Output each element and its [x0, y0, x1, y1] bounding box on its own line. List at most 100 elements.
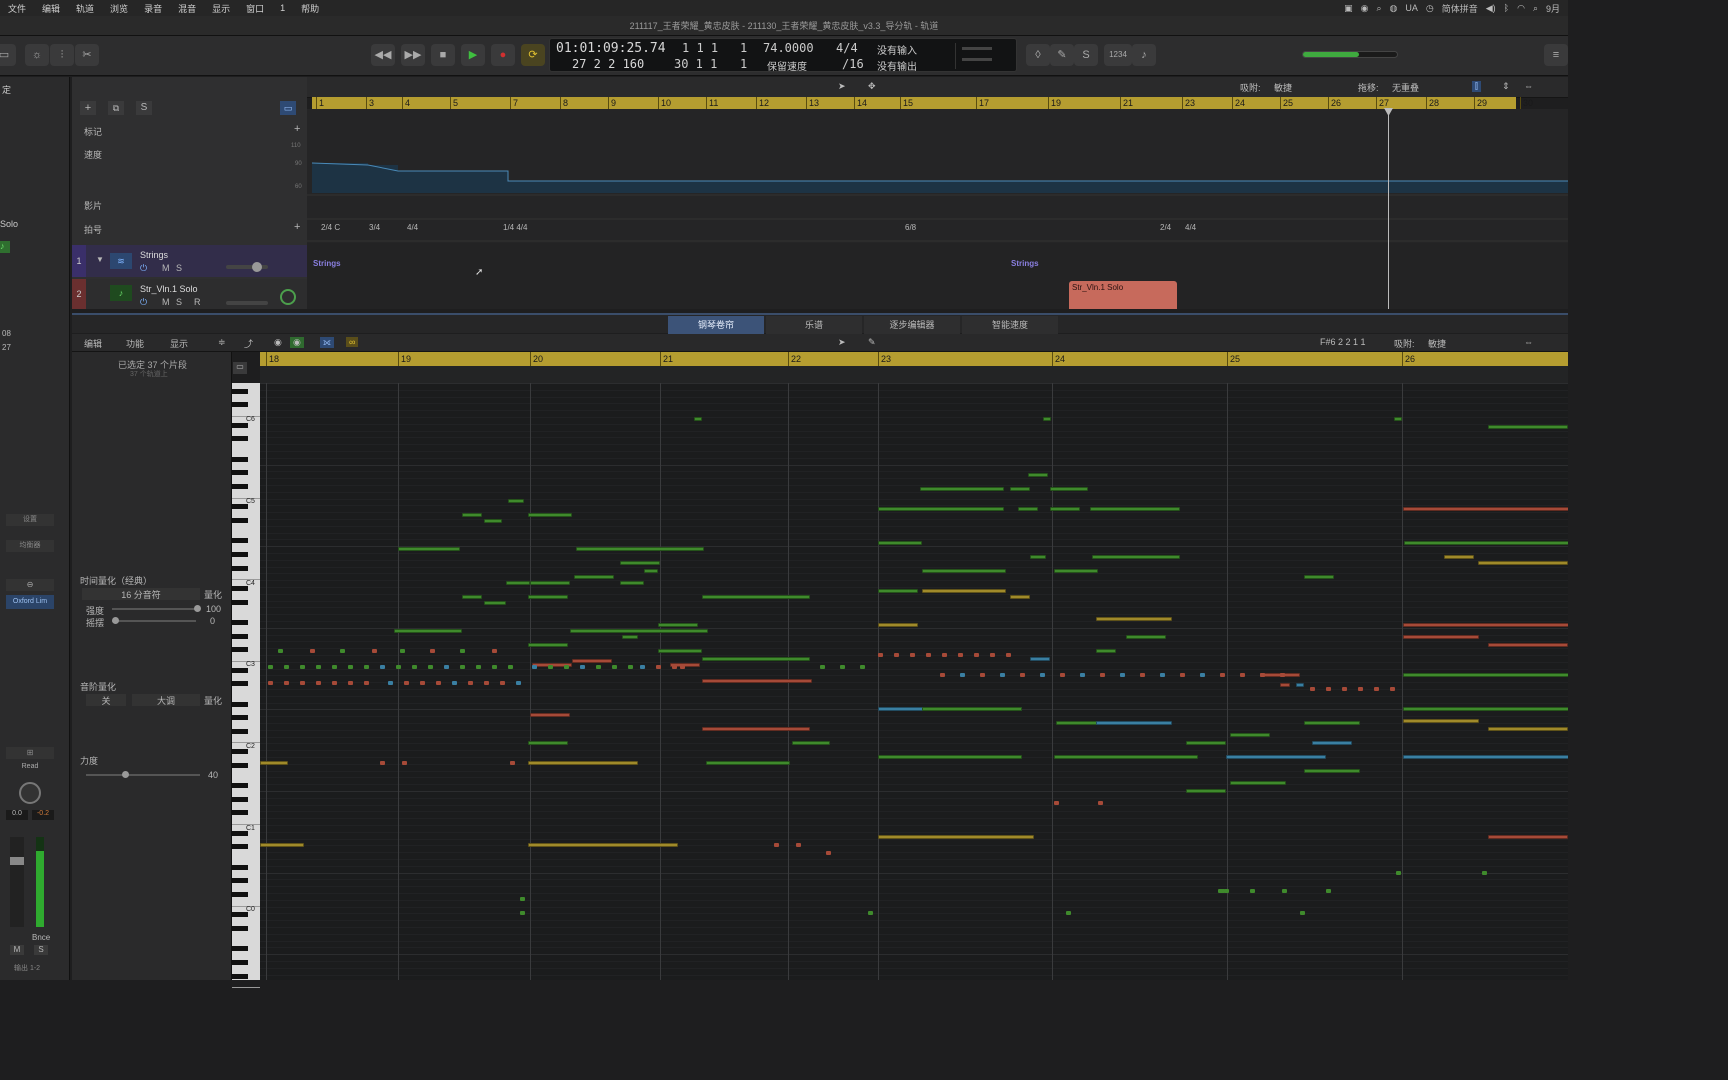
camera-icon[interactable]: ▣ [1344, 3, 1353, 14]
ruler-bar-7[interactable]: 7 [510, 97, 518, 109]
midi-note[interactable] [680, 665, 685, 669]
piano-keyboard[interactable] [232, 383, 260, 989]
track-row-strings[interactable]: 1 ▼ ≋ Strings ⏻ M S [72, 245, 307, 277]
zoom-horizontal-icon[interactable]: ⇔ [1524, 81, 1533, 91]
plugin-slot[interactable]: Oxford Lim [6, 595, 54, 609]
menu-1[interactable]: 1 [272, 3, 293, 13]
black-key[interactable] [232, 796, 248, 802]
midi-note[interactable] [1394, 417, 1402, 421]
pr-automation-icon[interactable]: ⤴ [244, 337, 253, 350]
ruler-bar-8[interactable]: 8 [560, 97, 568, 109]
mute-button[interactable]: M [10, 945, 24, 955]
automation-mode[interactable]: Read [6, 763, 54, 775]
midi-note[interactable] [396, 665, 401, 669]
midi-note[interactable] [1186, 789, 1226, 793]
pr-snap-select[interactable]: 敏捷 [1428, 337, 1508, 350]
midi-note[interactable] [980, 673, 985, 677]
midi-note[interactable] [1326, 889, 1331, 893]
midi-note[interactable] [576, 547, 704, 551]
track-volume-slider[interactable] [226, 262, 268, 272]
midi-note[interactable] [702, 727, 810, 731]
black-key[interactable] [232, 715, 248, 721]
midi-note[interactable] [484, 601, 506, 605]
midi-note[interactable] [878, 653, 883, 657]
record-button[interactable]: ● [491, 44, 515, 66]
solo-icon[interactable]: S [1074, 44, 1098, 66]
midi-note[interactable] [528, 761, 638, 765]
midi-note[interactable] [620, 561, 660, 565]
midi-note[interactable] [300, 681, 305, 685]
black-key[interactable] [232, 518, 248, 523]
tab-piano-roll[interactable]: 钢琴卷帘 [668, 316, 764, 334]
midi-note[interactable] [1096, 721, 1172, 725]
black-key[interactable] [232, 844, 248, 850]
ruler-bar-29[interactable]: 29 [1474, 97, 1487, 109]
midi-note[interactable] [926, 653, 931, 657]
track-row-vln-solo[interactable]: 2 ♪ Str_Vln.1 Solo ⏻ M S R [72, 279, 307, 309]
ruler-bar-1[interactable]: 1 [316, 97, 324, 109]
midi-note[interactable] [1098, 801, 1103, 805]
midi-in-icon[interactable]: ◉ [274, 337, 282, 348]
midi-note[interactable] [1000, 673, 1005, 677]
menu-edit[interactable]: 编辑 [34, 2, 68, 15]
midi-note[interactable] [520, 897, 525, 901]
region-vln-solo[interactable]: Str_Vln.1 Solo [1069, 281, 1177, 309]
ruler-bar-4[interactable]: 4 [402, 97, 410, 109]
midi-note[interactable] [1030, 555, 1046, 559]
midi-note[interactable] [1054, 801, 1059, 805]
midi-note[interactable] [878, 623, 918, 627]
midi-note[interactable] [1404, 541, 1568, 545]
midi-note[interactable] [364, 681, 369, 685]
midi-note[interactable] [1066, 911, 1071, 915]
midi-note[interactable] [348, 681, 353, 685]
midi-note[interactable] [506, 581, 530, 585]
midi-note[interactable] [528, 643, 568, 647]
group-icon[interactable]: ⊞ [6, 747, 54, 759]
ruler-bar-3[interactable]: 3 [366, 97, 374, 109]
midi-note[interactable] [400, 649, 405, 653]
midi-note[interactable] [1030, 657, 1050, 661]
signature-mark[interactable]: 4/4 [1185, 223, 1196, 232]
count-in-button[interactable]: 1234 [1104, 44, 1132, 66]
midi-note[interactable] [656, 665, 661, 669]
lcd-tempo[interactable]: 74.0000 [763, 41, 814, 55]
midi-note[interactable] [1050, 507, 1080, 511]
midi-note[interactable] [694, 417, 702, 421]
quantize-button[interactable]: 量化 [204, 588, 222, 601]
drag-select[interactable]: 无重叠 [1392, 81, 1464, 94]
menu-mix[interactable]: 混音 [170, 2, 204, 15]
ruler-bar-28[interactable]: 28 [1426, 97, 1439, 109]
waveform-zoom-icon[interactable]: ⫿ [1472, 81, 1481, 92]
midi-note[interactable] [1120, 673, 1125, 677]
black-key[interactable] [232, 470, 248, 476]
menu-help[interactable]: 帮助 [293, 2, 327, 15]
strength-slider-handle[interactable] [194, 605, 201, 612]
midi-note[interactable] [380, 665, 385, 669]
mixer-icon[interactable]: ⫶ [50, 44, 74, 66]
midi-note[interactable] [1403, 755, 1568, 759]
pr-pointer-tool-icon[interactable]: ➤ [838, 337, 846, 348]
ruler-bar-23[interactable]: 23 [1182, 97, 1195, 109]
midi-note[interactable] [1396, 871, 1401, 875]
eq-button[interactable]: 均衡器 [6, 540, 54, 552]
midi-note[interactable] [430, 649, 435, 653]
wechat-icon[interactable]: ◍ [1390, 3, 1398, 14]
scale-quantize-button[interactable]: 量化 [204, 694, 222, 707]
solo-button[interactable]: S [34, 945, 48, 955]
swing-slider-handle[interactable] [112, 617, 119, 624]
midi-note[interactable] [894, 653, 899, 657]
midi-note[interactable] [428, 665, 433, 669]
midi-note[interactable] [612, 665, 617, 669]
secondary-tool-icon[interactable]: ✥ [868, 81, 876, 92]
tab-step-editor[interactable]: 逐步编辑器 [864, 316, 960, 334]
black-key[interactable] [232, 960, 248, 965]
black-key[interactable] [232, 388, 248, 394]
midi-note[interactable] [1280, 683, 1290, 687]
pr-ruler-bar-24[interactable]: 24 [1052, 352, 1065, 366]
menu-file[interactable]: 文件 [0, 2, 34, 15]
midi-note[interactable] [528, 843, 678, 847]
midi-note[interactable] [878, 755, 1022, 759]
midi-note[interactable] [316, 681, 321, 685]
midi-note[interactable] [658, 649, 702, 653]
midi-note[interactable] [990, 653, 995, 657]
